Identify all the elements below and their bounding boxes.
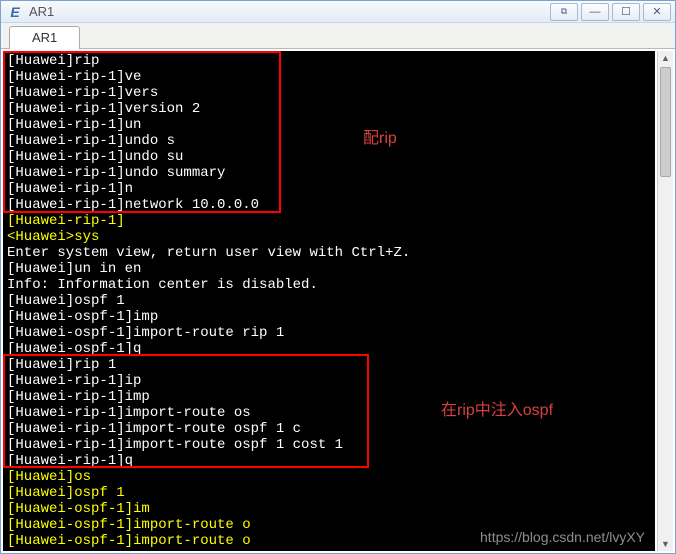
terminal-line: [Huawei-rip-1]n — [7, 181, 651, 197]
tab-ar1[interactable]: AR1 — [9, 26, 80, 49]
terminal-line: [Huawei-rip-1]undo summary — [7, 165, 651, 181]
window-title: AR1 — [29, 4, 550, 19]
maximize-button[interactable]: ☐ — [612, 3, 640, 21]
terminal[interactable]: [Huawei]rip[Huawei-rip-1]ve[Huawei-rip-1… — [3, 51, 655, 551]
minimize-button[interactable]: — — [581, 3, 609, 21]
tab-strip: AR1 — [1, 23, 675, 49]
terminal-line: [Huawei-rip-1]un — [7, 117, 651, 133]
terminal-line: [Huawei-rip-1]import-route ospf 1 cost 1 — [7, 437, 651, 453]
terminal-line: Enter system view, return user view with… — [7, 245, 651, 261]
terminal-line: [Huawei-ospf-1]import-route rip 1 — [7, 325, 651, 341]
terminal-line: [Huawei-rip-1]version 2 — [7, 101, 651, 117]
terminal-line: [Huawei-rip-1]q — [7, 453, 651, 469]
terminal-line: [Huawei]os — [7, 469, 651, 485]
terminal-line: [Huawei]rip — [7, 53, 651, 69]
vertical-scrollbar[interactable]: ▲ ▼ — [657, 51, 673, 551]
scroll-down-arrow[interactable]: ▼ — [658, 537, 673, 551]
terminal-line: [Huawei-ospf-1]q — [7, 341, 651, 357]
terminal-line: [Huawei-rip-1]ip — [7, 373, 651, 389]
terminal-line: [Huawei]ospf 1 — [7, 293, 651, 309]
watermark: https://blog.csdn.net/lvyXY — [480, 529, 645, 545]
terminal-line: [Huawei-rip-1]undo su — [7, 149, 651, 165]
annotation-1: 配rip — [363, 131, 397, 147]
terminal-line: [Huawei-rip-1]import-route ospf 1 c — [7, 421, 651, 437]
terminal-line: [Huawei-rip-1]ve — [7, 69, 651, 85]
terminal-line: [Huawei]un in en — [7, 261, 651, 277]
terminal-line: <Huawei>sys — [7, 229, 651, 245]
annotation-2: 在rip中注入ospf — [441, 403, 553, 419]
scroll-up-arrow[interactable]: ▲ — [658, 51, 673, 65]
terminal-line: [Huawei-rip-1]undo s — [7, 133, 651, 149]
titlebar: E AR1 ⧉ — ☐ ✕ — [1, 1, 675, 23]
terminal-line: [Huawei]ospf 1 — [7, 485, 651, 501]
app-window: E AR1 ⧉ — ☐ ✕ AR1 [Huawei]rip[Huawei-rip… — [0, 0, 676, 554]
terminal-line: [Huawei-rip-1]vers — [7, 85, 651, 101]
terminal-wrap: [Huawei]rip[Huawei-rip-1]ve[Huawei-rip-1… — [1, 49, 675, 553]
terminal-line: Info: Information center is disabled. — [7, 277, 651, 293]
window-buttons: ⧉ — ☐ ✕ — [550, 3, 671, 21]
terminal-line: [Huawei-rip-1] — [7, 213, 651, 229]
terminal-line: [Huawei-ospf-1]imp — [7, 309, 651, 325]
app-icon: E — [7, 4, 23, 20]
terminal-line: [Huawei-rip-1]network 10.0.0.0 — [7, 197, 651, 213]
restore-down-button[interactable]: ⧉ — [550, 3, 578, 21]
close-button[interactable]: ✕ — [643, 3, 671, 21]
scroll-thumb[interactable] — [660, 67, 671, 177]
terminal-line: [Huawei-ospf-1]im — [7, 501, 651, 517]
terminal-line: [Huawei-rip-1]imp — [7, 389, 651, 405]
terminal-line: [Huawei-rip-1]import-route os — [7, 405, 651, 421]
terminal-line: [Huawei]rip 1 — [7, 357, 651, 373]
